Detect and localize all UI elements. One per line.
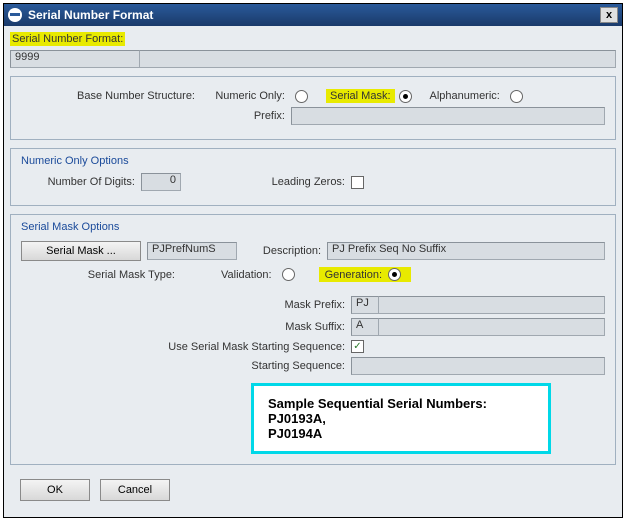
cancel-button[interactable]: Cancel: [100, 479, 170, 501]
use-start-seq-label: Use Serial Mask Starting Sequence:: [21, 341, 351, 353]
use-start-seq-checkbox[interactable]: ✓: [351, 340, 364, 353]
mask-type-label: Serial Mask Type:: [21, 269, 181, 281]
callout-line1: PJ0193A,: [268, 411, 534, 426]
base-structure-label: Base Number Structure:: [21, 90, 201, 102]
mask-prefix-extra[interactable]: [379, 296, 605, 314]
serial-mask-label: Serial Mask:: [326, 89, 395, 103]
description-input[interactable]: PJ Prefix Seq No Suffix: [327, 242, 605, 260]
mask-prefix-label: Mask Prefix:: [21, 299, 351, 311]
alphanumeric-radio[interactable]: [510, 90, 523, 103]
serial-mask-radio[interactable]: [399, 90, 412, 103]
prefix-label: Prefix:: [21, 110, 291, 122]
mask-suffix-extra[interactable]: [379, 318, 605, 336]
numeric-only-label: Numeric Only:: [201, 90, 291, 102]
dialog-window: Serial Number Format x Serial Number For…: [3, 3, 623, 518]
num-digits-input[interactable]: 0: [141, 173, 181, 191]
description-label: Description:: [237, 245, 327, 257]
prefix-input[interactable]: [291, 107, 605, 125]
serial-mask-options-title: Serial Mask Options: [21, 221, 605, 233]
starting-seq-label: Starting Sequence:: [21, 360, 351, 372]
window-title: Serial Number Format: [28, 8, 600, 22]
close-button[interactable]: x: [600, 7, 618, 23]
numeric-options-title: Numeric Only Options: [21, 155, 605, 167]
generation-label: Generation:: [325, 269, 382, 281]
starting-seq-input[interactable]: [351, 357, 605, 375]
app-icon: [8, 8, 22, 22]
serial-mask-button[interactable]: Serial Mask ...: [21, 241, 141, 261]
leading-zeros-checkbox[interactable]: [351, 176, 364, 189]
validation-radio[interactable]: [282, 268, 295, 281]
alphanumeric-label: Alphanumeric:: [430, 90, 506, 102]
generation-radio[interactable]: [388, 268, 401, 281]
validation-label: Validation:: [221, 269, 278, 281]
titlebar: Serial Number Format x: [4, 4, 622, 26]
serial-format-input[interactable]: 9999: [10, 50, 140, 68]
sample-callout: Sample Sequential Serial Numbers: PJ0193…: [251, 383, 551, 454]
ok-button[interactable]: OK: [20, 479, 90, 501]
callout-line2: PJ0194A: [268, 426, 534, 441]
mask-prefix-input[interactable]: PJ: [351, 296, 379, 314]
mask-suffix-input[interactable]: A: [351, 318, 379, 336]
callout-heading: Sample Sequential Serial Numbers:: [268, 396, 534, 411]
numeric-only-radio[interactable]: [295, 90, 308, 103]
num-digits-label: Number Of Digits:: [21, 176, 141, 188]
leading-zeros-label: Leading Zeros:: [221, 176, 351, 188]
dialog-body: Serial Number Format: 9999 Base Number S…: [4, 26, 622, 517]
serial-mask-code[interactable]: PJPrefNumS: [147, 242, 237, 260]
serial-format-label: Serial Number Format:: [10, 32, 125, 46]
dialog-footer: OK Cancel: [10, 473, 616, 511]
serial-format-extra[interactable]: [140, 50, 616, 68]
mask-suffix-label: Mask Suffix:: [21, 321, 351, 333]
